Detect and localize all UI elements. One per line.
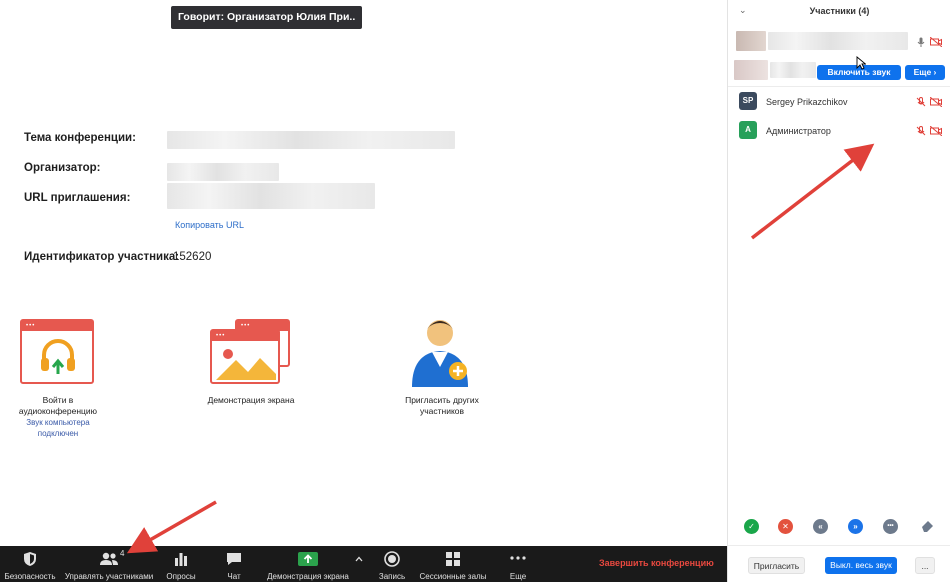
ellipsis-icon	[510, 556, 526, 560]
mic-muted-icon	[916, 126, 926, 136]
participant-id-label: Идентификатор участника:	[24, 251, 180, 263]
mute-all-button[interactable]: Выкл. весь звук	[825, 557, 897, 574]
bar-chart-icon	[175, 553, 187, 566]
meeting-info-area: Говорит: Организатор Юлия При.. Тема кон…	[0, 0, 727, 546]
end-meeting-button[interactable]: Завершить конференцию	[599, 558, 714, 568]
breakout-rooms-button[interactable]: Сессионные залы	[414, 546, 492, 582]
check-icon[interactable]: ✓	[744, 519, 759, 534]
more-options-button[interactable]: ...	[915, 557, 935, 574]
join-audio-tile[interactable]: •••	[20, 319, 94, 384]
participants-panel: ⌄ Участники (4) Включить звук Еще › SP S…	[727, 0, 950, 582]
participants-button[interactable]: 4 Управлять участниками	[60, 546, 158, 582]
mic-icon	[917, 37, 925, 47]
share-screen-tile[interactable]: •••	[210, 329, 280, 384]
divider	[728, 86, 950, 87]
share-options-chevron[interactable]	[352, 546, 366, 582]
zoom-window: Говорит: Организатор Юлия При.. Тема кон…	[0, 0, 950, 582]
more-dots-icon[interactable]: •••	[883, 519, 898, 534]
participant-id-value: 152620	[173, 251, 212, 263]
active-speaker-tag: Говорит: Организатор Юлия При..	[171, 6, 363, 29]
participant-name: Sergey Prikazchikov	[766, 97, 848, 107]
invite-button[interactable]: Пригласить	[748, 557, 805, 574]
video-off-icon	[930, 126, 942, 136]
avatar: A	[739, 121, 757, 139]
topic-value-blurred	[167, 131, 455, 149]
rewind-icon[interactable]: «	[813, 519, 828, 534]
image-icon	[216, 349, 276, 380]
security-button[interactable]: Безопасность	[0, 546, 60, 582]
url-label: URL приглашения:	[24, 192, 131, 204]
join-audio-label[interactable]: Войти в аудиоконференцию Звук компьютера…	[10, 395, 106, 439]
participant-row-hovered[interactable]: Включить звук Еще ›	[728, 59, 950, 87]
polls-button[interactable]: Опросы	[158, 546, 204, 582]
avatar: SP	[739, 92, 757, 110]
headphones-icon	[41, 339, 75, 374]
avatar-blurred	[734, 60, 768, 80]
record-icon	[384, 551, 400, 567]
mic-muted-icon	[916, 97, 926, 107]
grid-icon	[446, 552, 460, 566]
shield-icon	[24, 552, 36, 566]
participant-row-host[interactable]	[728, 28, 950, 56]
fast-forward-icon[interactable]: »	[848, 519, 863, 534]
participant-name-blurred	[770, 62, 816, 78]
avatar-blurred	[736, 31, 766, 51]
share-screen-icon	[298, 552, 318, 566]
share-screen-label[interactable]: Демонстрация экрана	[195, 395, 307, 406]
share-screen-button[interactable]: Демонстрация экрана	[260, 546, 356, 582]
mouse-cursor-icon	[856, 56, 866, 70]
more-button[interactable]: Еще ›	[905, 65, 945, 80]
participant-name: Администратор	[766, 126, 831, 136]
participants-panel-title: Участники (4)	[809, 6, 870, 16]
copy-url-link[interactable]: Копировать URL	[175, 220, 244, 230]
participant-name-blurred	[768, 32, 908, 50]
participants-count: 4	[120, 549, 125, 558]
cross-icon[interactable]: ✕	[778, 519, 793, 534]
participant-row-admin[interactable]: A Администратор	[728, 117, 950, 145]
video-off-icon	[930, 97, 942, 107]
invite-label[interactable]: Пригласить других участников	[380, 395, 504, 417]
invite-person-icon[interactable]	[410, 315, 474, 387]
host-value-blurred	[167, 163, 279, 181]
eraser-icon[interactable]	[920, 518, 935, 533]
chat-bubble-icon	[227, 553, 241, 565]
chevron-up-icon	[355, 556, 363, 562]
participant-row-sergey[interactable]: SP Sergey Prikazchikov	[728, 88, 950, 116]
chat-button[interactable]: Чат	[212, 546, 256, 582]
topic-label: Тема конференции:	[24, 132, 136, 144]
video-off-icon	[930, 37, 942, 47]
divider	[728, 545, 950, 546]
more-toolbar-button[interactable]: Еще	[498, 546, 538, 582]
record-button[interactable]: Запись	[370, 546, 414, 582]
host-label: Организатор:	[24, 162, 101, 174]
url-value-blurred	[167, 183, 375, 209]
participants-icon	[100, 552, 118, 565]
